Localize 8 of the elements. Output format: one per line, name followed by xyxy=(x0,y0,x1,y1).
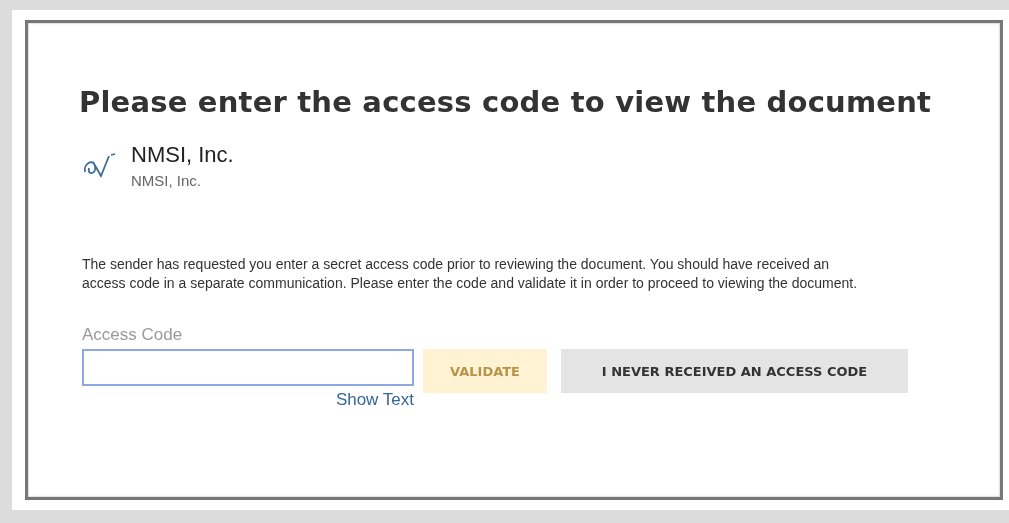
field-label: Access Code xyxy=(82,325,184,345)
instruction-text: The sender has requested you enter a secret access code prior to reviewing the document. You should have received an access code in a separate communication. Please enter the code and validate it in order to proceed to viewing the document. xyxy=(82,255,859,293)
show-text-link[interactable]: Show Text xyxy=(335,390,414,410)
dialog-title: Please enter the access code to view the document xyxy=(79,85,933,119)
access-code-field[interactable] xyxy=(82,349,414,386)
no-code-button[interactable]: I NEVER RECEIVED AN ACCESS CODE xyxy=(561,349,908,393)
sender-subtitle: NMSI, Inc. xyxy=(131,172,202,189)
sender-name: NMSI, Inc. xyxy=(131,142,234,168)
